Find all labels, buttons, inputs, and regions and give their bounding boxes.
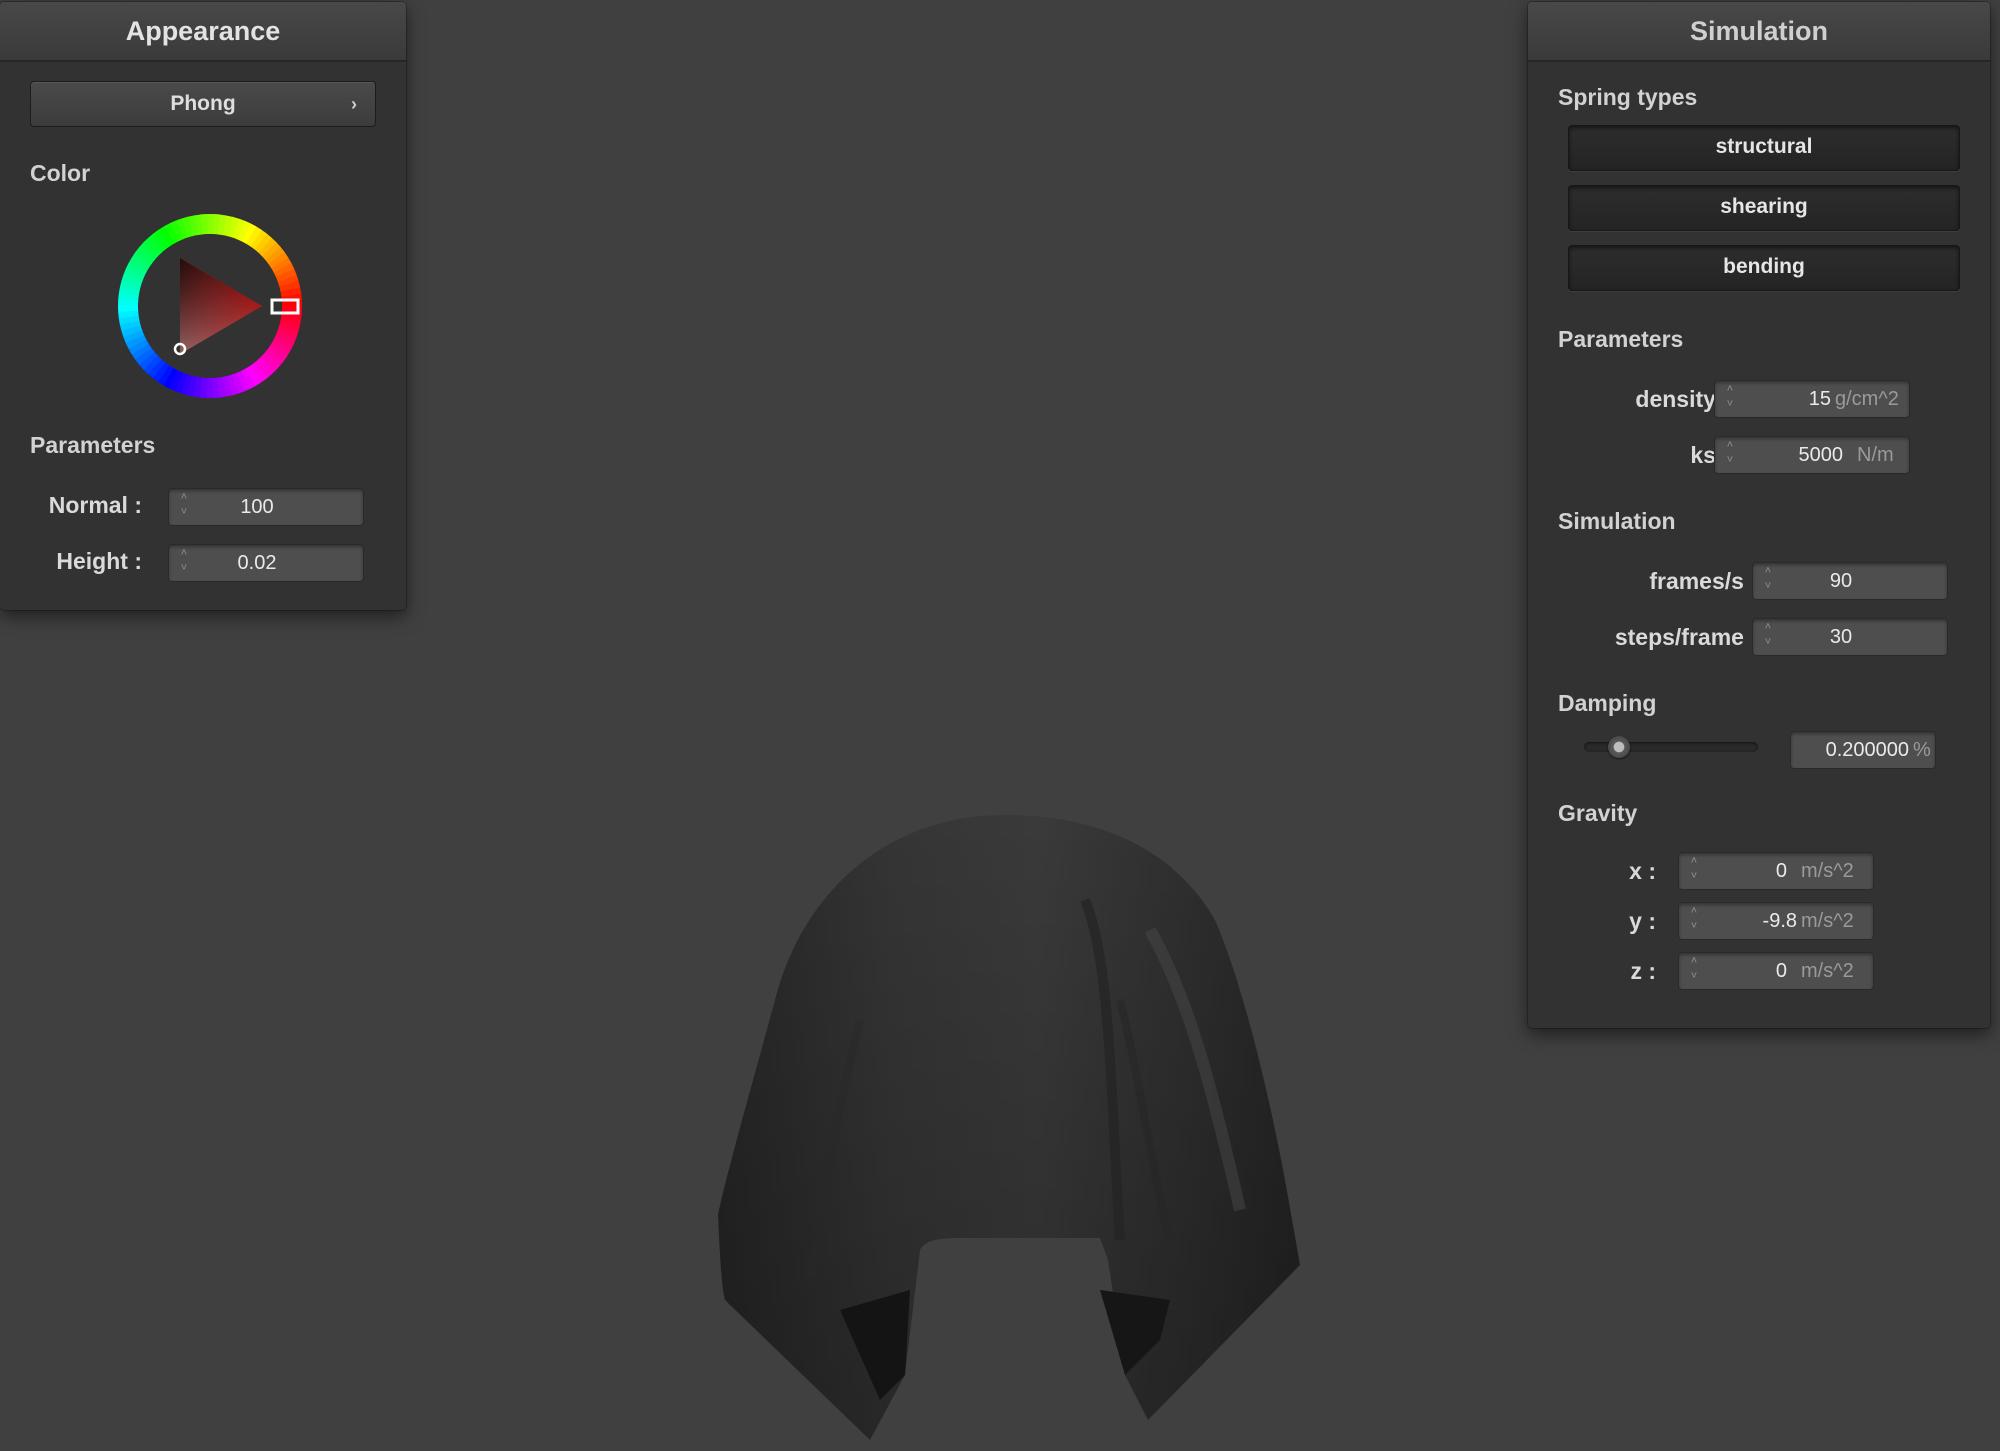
shader-dropdown-label: Phong <box>170 92 236 115</box>
color-label: Color <box>30 160 91 186</box>
gravity-z-label: z : <box>1630 958 1656 984</box>
color-triangle[interactable] <box>180 258 262 354</box>
ks-label: ks : <box>1690 442 1730 468</box>
bending-toggle[interactable]: bending <box>1568 245 1960 291</box>
chevron-right-icon: › <box>351 94 357 114</box>
stepper-arrows-icon[interactable]: ˄ ˅ <box>1687 854 1701 886</box>
gravity-x-label: x : <box>1629 858 1656 884</box>
shearing-toggle[interactable]: shearing <box>1568 185 1960 231</box>
structural-toggle[interactable]: structural <box>1568 125 1960 171</box>
appearance-parameters-label: Parameters <box>30 432 156 458</box>
spring-types-label: Spring types <box>1558 84 1698 110</box>
gravity-z-input[interactable]: ˄ ˅ 0 m/s^2 <box>1678 952 1874 990</box>
damping-slider-knob[interactable] <box>1607 736 1630 758</box>
simulation-title: Simulation <box>1528 2 1990 62</box>
stepper-arrows-icon[interactable]: ˄ ˅ <box>177 490 191 522</box>
damping-label: Damping <box>1558 690 1657 716</box>
gravity-y-label: y : <box>1629 908 1656 934</box>
height-label: Height : <box>56 548 142 574</box>
simulation-panel: Simulation Spring types structural shear… <box>1528 2 1990 1028</box>
gravity-x-input[interactable]: ˄ ˅ 0 m/s^2 <box>1678 852 1874 890</box>
steps-label: steps/frame : <box>1614 624 1758 650</box>
steps-input[interactable]: ˄ ˅ 30 <box>1752 618 1948 656</box>
stepper-arrows-icon[interactable]: ˄ ˅ <box>1761 620 1775 652</box>
normal-label: Normal : <box>48 492 142 518</box>
stepper-arrows-icon[interactable]: ˄ ˅ <box>1687 954 1701 986</box>
height-input[interactable]: ˄ ˅ 0.02 <box>168 544 364 582</box>
simulation-parameters-label: Parameters <box>1558 326 1684 352</box>
ks-input[interactable]: ˄ ˅ 5000 N/m <box>1714 436 1910 474</box>
color-wheel[interactable] <box>112 208 308 404</box>
damping-input[interactable]: 0.200000 % <box>1790 731 1936 769</box>
shader-dropdown[interactable]: Phong › <box>30 81 376 127</box>
density-input[interactable]: ˄ ˅ 15 g/cm^2 <box>1714 380 1910 418</box>
density-label: density : <box>1635 386 1730 412</box>
stepper-arrows-icon[interactable]: ˄ ˅ <box>1723 438 1737 470</box>
normal-input[interactable]: ˄ ˅ 100 <box>168 488 364 526</box>
stepper-arrows-icon[interactable]: ˄ ˅ <box>1761 564 1775 596</box>
stepper-arrows-icon[interactable]: ˄ ˅ <box>177 546 191 578</box>
gravity-label: Gravity <box>1558 800 1638 826</box>
stepper-arrows-icon[interactable]: ˄ ˅ <box>1687 904 1701 936</box>
stepper-arrows-icon[interactable]: ˄ ˅ <box>1723 382 1737 414</box>
gravity-y-input[interactable]: ˄ ˅ -9.8 m/s^2 <box>1678 902 1874 940</box>
fps-input[interactable]: ˄ ˅ 90 <box>1752 562 1948 600</box>
appearance-panel: Appearance Phong › Color Parameters Norm… <box>0 2 406 610</box>
simulation-section-label: Simulation <box>1558 508 1676 534</box>
fps-label: frames/s : <box>1649 568 1758 594</box>
appearance-title: Appearance <box>0 2 406 62</box>
